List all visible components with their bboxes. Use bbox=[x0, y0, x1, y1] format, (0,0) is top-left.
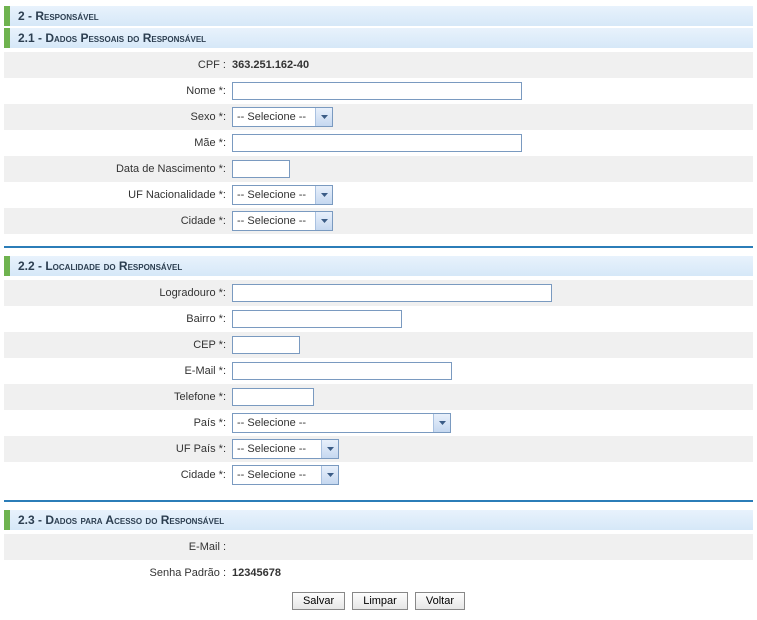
row-cidade-1: Cidade *: -- Selecione -- bbox=[4, 208, 753, 234]
section-separator bbox=[4, 500, 753, 502]
cidade-2-select[interactable]: -- Selecione -- bbox=[232, 465, 339, 485]
section-2-2-header: 2.2 - Localidade do Responsável bbox=[4, 256, 753, 276]
cpf-value: 363.251.162-40 bbox=[232, 59, 753, 71]
row-nome: Nome *: bbox=[4, 78, 753, 104]
data-nascimento-label: Data de Nascimento *: bbox=[4, 163, 232, 175]
senha-label: Senha Padrão : bbox=[4, 567, 232, 579]
senha-value: 12345678 bbox=[232, 567, 753, 579]
cidade-1-select-text: -- Selecione -- bbox=[233, 215, 315, 227]
row-uf-pais: UF País *: -- Selecione -- bbox=[4, 436, 753, 462]
section-2-1-body: CPF : 363.251.162-40 Nome *: Sexo *: -- … bbox=[4, 48, 753, 238]
row-bairro: Bairro *: bbox=[4, 306, 753, 332]
row-cidade-2: Cidade *: -- Selecione -- bbox=[4, 462, 753, 488]
cep-input[interactable] bbox=[232, 336, 300, 354]
pais-select[interactable]: -- Selecione -- bbox=[232, 413, 451, 433]
row-cpf: CPF : 363.251.162-40 bbox=[4, 52, 753, 78]
limpar-button[interactable]: Limpar bbox=[352, 592, 408, 610]
cidade-1-select[interactable]: -- Selecione -- bbox=[232, 211, 333, 231]
logradouro-input[interactable] bbox=[232, 284, 552, 302]
logradouro-label: Logradouro *: bbox=[4, 287, 232, 299]
sexo-label: Sexo *: bbox=[4, 111, 232, 123]
section-2-title: 2 - Responsável bbox=[18, 9, 99, 23]
chevron-down-icon bbox=[315, 186, 332, 204]
section-2-2-title: 2.2 - Localidade do Responsável bbox=[18, 259, 182, 273]
row-mae: Mãe *: bbox=[4, 130, 753, 156]
row-uf-nacionalidade: UF Nacionalidade *: -- Selecione -- bbox=[4, 182, 753, 208]
cpf-label: CPF : bbox=[4, 59, 232, 71]
sexo-select[interactable]: -- Selecione -- bbox=[232, 107, 333, 127]
row-data-nascimento: Data de Nascimento *: bbox=[4, 156, 753, 182]
uf-pais-label: UF País *: bbox=[4, 443, 232, 455]
email-input[interactable] bbox=[232, 362, 452, 380]
voltar-button[interactable]: Voltar bbox=[415, 592, 465, 610]
section-2-3-header: 2.3 - Dados para Acesso do Responsável bbox=[4, 510, 753, 530]
button-bar: Salvar Limpar Voltar bbox=[4, 586, 753, 616]
row-email-ro: E-Mail : bbox=[4, 534, 753, 560]
cidade-2-label: Cidade *: bbox=[4, 469, 232, 481]
chevron-down-icon bbox=[315, 108, 332, 126]
cidade-1-label: Cidade *: bbox=[4, 215, 232, 227]
section-2-1-title: 2.1 - Dados Pessoais do Responsável bbox=[18, 31, 206, 45]
row-sexo: Sexo *: -- Selecione -- bbox=[4, 104, 753, 130]
section-2-1-header: 2.1 - Dados Pessoais do Responsável bbox=[4, 28, 753, 48]
row-cep: CEP *: bbox=[4, 332, 753, 358]
section-2-3-title: 2.3 - Dados para Acesso do Responsável bbox=[18, 513, 224, 527]
uf-nacionalidade-select[interactable]: -- Selecione -- bbox=[232, 185, 333, 205]
row-telefone: Telefone *: bbox=[4, 384, 753, 410]
pais-select-text: -- Selecione -- bbox=[233, 417, 433, 429]
mae-input[interactable] bbox=[232, 134, 522, 152]
mae-label: Mãe *: bbox=[4, 137, 232, 149]
cep-label: CEP *: bbox=[4, 339, 232, 351]
data-nascimento-input[interactable] bbox=[232, 160, 290, 178]
section-2-header: 2 - Responsável bbox=[4, 6, 753, 26]
row-email: E-Mail *: bbox=[4, 358, 753, 384]
nome-input[interactable] bbox=[232, 82, 522, 100]
uf-pais-select[interactable]: -- Selecione -- bbox=[232, 439, 339, 459]
telefone-input[interactable] bbox=[232, 388, 314, 406]
cidade-2-select-text: -- Selecione -- bbox=[233, 469, 321, 481]
telefone-label: Telefone *: bbox=[4, 391, 232, 403]
row-logradouro: Logradouro *: bbox=[4, 280, 753, 306]
uf-nacionalidade-select-text: -- Selecione -- bbox=[233, 189, 315, 201]
section-2-2-body: Logradouro *: Bairro *: CEP *: E-Mail *:… bbox=[4, 276, 753, 492]
row-pais: País *: -- Selecione -- bbox=[4, 410, 753, 436]
row-senha: Senha Padrão : 12345678 bbox=[4, 560, 753, 586]
bairro-input[interactable] bbox=[232, 310, 402, 328]
salvar-button[interactable]: Salvar bbox=[292, 592, 345, 610]
pais-label: País *: bbox=[4, 417, 232, 429]
chevron-down-icon bbox=[315, 212, 332, 230]
nome-label: Nome *: bbox=[4, 85, 232, 97]
chevron-down-icon bbox=[433, 414, 450, 432]
section-2-3-body: E-Mail : Senha Padrão : 12345678 bbox=[4, 530, 753, 586]
sexo-select-text: -- Selecione -- bbox=[233, 111, 315, 123]
uf-pais-select-text: -- Selecione -- bbox=[233, 443, 321, 455]
uf-nacionalidade-label: UF Nacionalidade *: bbox=[4, 189, 232, 201]
email-label: E-Mail *: bbox=[4, 365, 232, 377]
bairro-label: Bairro *: bbox=[4, 313, 232, 325]
chevron-down-icon bbox=[321, 466, 338, 484]
chevron-down-icon bbox=[321, 440, 338, 458]
email-ro-label: E-Mail : bbox=[4, 541, 232, 553]
section-separator bbox=[4, 246, 753, 248]
